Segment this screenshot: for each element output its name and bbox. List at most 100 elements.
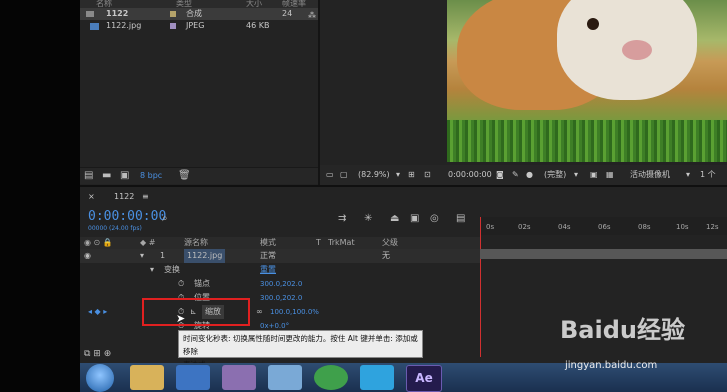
footer-toggles-icon[interactable]: ⧉ ⊞ ⊕ (84, 349, 111, 359)
paint-icon[interactable] (222, 365, 256, 390)
resolution-select[interactable]: (完整) (544, 165, 566, 185)
timeline-timecode[interactable]: 0:00:00:00 (88, 209, 166, 224)
property-name: 锚点 (194, 279, 210, 288)
composition-image[interactable] (447, 0, 727, 162)
col-parent[interactable]: 父级 (382, 237, 398, 249)
label-color-icon (170, 11, 176, 17)
item-size: 46 KB (246, 21, 270, 30)
item-type: 合成 (186, 9, 202, 18)
property-value[interactable]: 300.0,202.0 (260, 291, 302, 305)
layer-index: 1 (160, 251, 166, 260)
reset-link[interactable]: 重置 (260, 263, 276, 277)
current-time[interactable]: 0:00:00:00 (448, 165, 492, 185)
col-source-name[interactable]: 源名称 (184, 237, 208, 249)
col-name[interactable]: 名称 (96, 0, 112, 8)
motion-blur-icon[interactable]: ◎ (430, 213, 439, 224)
grid-icon[interactable]: ⊡ (424, 165, 431, 185)
new-comp-icon[interactable]: ▣ (120, 168, 129, 184)
shy-icon[interactable]: ⏏ (390, 213, 399, 224)
property-anchor[interactable]: ⏱ 锚点 300.0,202.0 (80, 277, 480, 291)
new-folder-icon[interactable]: ▬ (102, 168, 111, 184)
snapshot-icon[interactable]: ◙ (496, 165, 504, 185)
layer-row[interactable]: ◉ ▾ 1 1122.jpg 正常 无 (80, 249, 480, 263)
comp-mini-flowchart-icon[interactable]: ⇉ (338, 213, 346, 224)
label-icon[interactable]: ◆ # (140, 237, 155, 249)
search-icon[interactable]: ⌕ (162, 213, 168, 224)
watermark-url: jingyan.baidu.com (565, 360, 658, 371)
watermark-logo: Baidu经验 (560, 316, 685, 344)
col-type[interactable]: 类型 (176, 0, 192, 8)
bpc-label[interactable]: 8 bpc (140, 168, 162, 184)
keyframe-nav-icon[interactable]: ◂ ◆ ▸ (88, 305, 107, 319)
tooltip: 时间变化秒表: 切换属性随时间更改的能力。按住 Alt 键并单击: 添加或移除 … (178, 330, 423, 369)
after-effects-icon[interactable]: Ae (406, 365, 442, 392)
col-size[interactable]: 大小 (246, 0, 262, 8)
crop-icon[interactable]: ⊞ (408, 165, 415, 185)
property-value[interactable]: 300.0,202.0 (260, 277, 302, 291)
parent-select[interactable]: 无 (382, 249, 390, 263)
stopwatch-icon[interactable]: ⏱ (178, 277, 184, 291)
ruler-tick: 02s (518, 223, 531, 231)
frame-blend-icon[interactable]: ▣ (410, 213, 419, 224)
property-scale[interactable]: ◂ ◆ ▸ ⏱ ⊾ 缩放 ∞ 100.0,100.0% (80, 305, 480, 319)
monitor-icon[interactable]: ▢ (340, 165, 348, 185)
layer-name[interactable]: 1122.jpg (184, 249, 226, 263)
expand-arrow-icon[interactable]: ▾ (150, 263, 154, 277)
close-tab-icon[interactable]: × (88, 187, 95, 207)
play-app-icon[interactable] (360, 365, 394, 390)
explorer-icon[interactable] (130, 365, 164, 390)
trash-icon[interactable]: 🗑 (178, 168, 191, 184)
transform-group[interactable]: ▾ 变换 重置 (80, 263, 480, 277)
graph-editor-icon[interactable]: ▤ (456, 213, 465, 224)
layer-track-bar[interactable] (480, 249, 727, 259)
grass (447, 120, 727, 162)
media-player-icon[interactable] (176, 365, 210, 390)
expand-arrow-icon[interactable]: ▾ (140, 249, 144, 263)
color-channel-icon[interactable]: ● (526, 165, 533, 185)
transparency-grid-icon[interactable]: ▦ (606, 165, 614, 185)
view-layout-select[interactable]: 1 个 (700, 165, 716, 185)
item-type: JPEG (186, 21, 205, 30)
project-footer: ▤ ▬ ▣ 8 bpc 🗑 (80, 167, 318, 184)
col-trkmat[interactable]: TrkMat (328, 237, 355, 249)
project-item-comp[interactable]: 1122 合成 24 ⁂ (80, 8, 318, 20)
tab-menu-icon[interactable]: ≡ (142, 187, 149, 207)
preview-icon[interactable]: ▭ (326, 165, 334, 185)
show-snapshot-icon[interactable]: ✎ (512, 165, 519, 185)
ruler-tick: 08s (638, 223, 651, 231)
left-black-bar (0, 0, 80, 392)
camera-select[interactable]: 活动摄像机 (630, 165, 670, 185)
timeline-column-headers: ◉ ⊙ 🔒 ◆ # 源名称 模式 T TrkMat 父级 (80, 237, 480, 249)
browser-icon[interactable] (314, 365, 348, 390)
eye-icon[interactable]: ◉ (84, 249, 91, 263)
mouse-cursor-icon: ➤ (176, 312, 186, 325)
property-value[interactable]: 100.0,100.0% (270, 305, 319, 319)
zoom-level[interactable]: (82.9%) (358, 165, 390, 185)
ruler-tick: 0s (486, 223, 495, 231)
property-position[interactable]: ⏱ 位置 300.0,202.0 (80, 291, 480, 305)
guinea-pig-eye (587, 18, 599, 30)
fps-label: 00000 (24.00 fps) (88, 225, 142, 232)
start-button-icon[interactable] (86, 364, 114, 392)
col-rate[interactable]: 帧速率 (282, 0, 306, 8)
col-mode[interactable]: 模式 (260, 237, 276, 249)
time-ruler[interactable]: 0s 02s 04s 06s 08s 10s 12s (480, 217, 727, 235)
av-switches-icon[interactable]: ◉ ⊙ 🔒 (84, 237, 113, 249)
mode-select[interactable]: 正常 (260, 249, 276, 263)
playhead[interactable] (480, 217, 487, 357)
col-t[interactable]: T (316, 237, 321, 249)
timeline-tab[interactable]: 1122 (114, 187, 134, 207)
project-column-headers: 名称 类型 大小 帧速率 (80, 0, 318, 8)
project-item-jpg[interactable]: 1122.jpg JPEG 46 KB (80, 20, 318, 32)
interpret-footage-icon[interactable]: ▤ (84, 168, 93, 184)
dropdown-icon[interactable]: ▾ (574, 165, 578, 185)
ruler-tick: 12s (706, 223, 719, 231)
guinea-pig-nose (622, 40, 652, 60)
dropdown-icon[interactable]: ▾ (686, 165, 690, 185)
ruler-tick: 04s (558, 223, 571, 231)
notepad-icon[interactable] (268, 365, 302, 390)
roi-icon[interactable]: ▣ (590, 165, 598, 185)
dropdown-icon[interactable]: ▾ (396, 165, 400, 185)
link-icon[interactable]: ∞ (256, 305, 263, 319)
draft-3d-icon[interactable]: ✳ (364, 213, 372, 224)
